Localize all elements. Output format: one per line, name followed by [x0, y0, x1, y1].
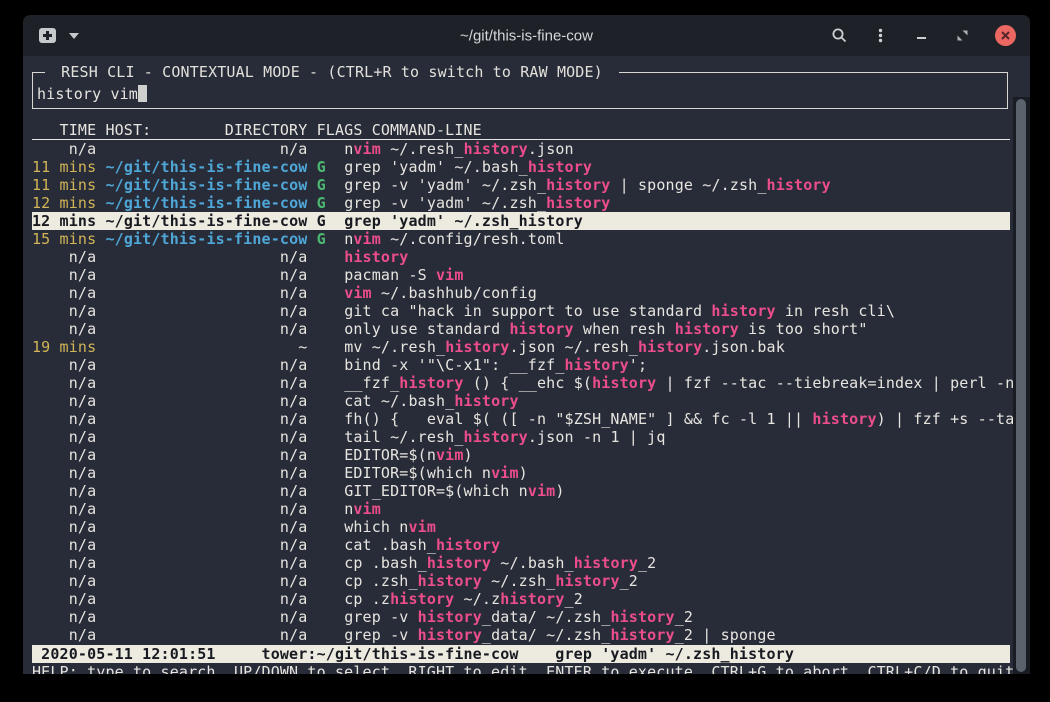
history-row[interactable]: 15 mins ~/git/this-is-fine-cow G nvim ~/… [32, 230, 1010, 248]
new-tab-button[interactable] [39, 28, 56, 43]
terminal-content: RESH CLI - CONTEXTUAL MODE - (CTRL+R to … [23, 56, 1030, 674]
minimize-icon [913, 27, 930, 44]
kebab-menu-icon [872, 27, 889, 44]
text-cursor [138, 85, 147, 102]
search-query-text: history vim [37, 85, 138, 103]
terminal-window: ~/git/this-is-fine-cow [23, 15, 1030, 674]
restore-button[interactable] [954, 27, 971, 44]
history-row[interactable]: n/a n/a EDITOR=$(which nvim) [32, 464, 1010, 482]
history-row[interactable]: n/a n/a cat ~/.bash_history [32, 392, 1010, 410]
history-row[interactable]: n/a n/a cp .zsh_history ~/.zsh_history_2 [32, 572, 1010, 590]
history-row[interactable]: n/a n/a cp .bash_history ~/.bash_history… [32, 554, 1010, 572]
history-row[interactable]: n/a n/a git ca "hack in support to use s… [32, 302, 1010, 320]
history-row[interactable]: n/a n/a history [32, 248, 1010, 266]
history-table-header: TIME HOST: DIRECTORY FLAGS COMMAND-LINE [32, 121, 1010, 140]
history-row[interactable]: n/a n/a grep -v history_data/ ~/.zsh_his… [32, 626, 1010, 644]
history-row[interactable]: n/a n/a nvim [32, 500, 1010, 518]
close-icon [1000, 30, 1011, 41]
history-table: n/a n/a nvim ~/.resh_history.json11 mins… [32, 140, 1010, 644]
history-row[interactable]: n/a n/a tail ~/.resh_history.json -n 1 |… [32, 428, 1010, 446]
search-icon [831, 27, 848, 44]
history-row[interactable]: n/a n/a EDITOR=$(nvim) [32, 446, 1010, 464]
history-row[interactable]: n/a n/a grep -v history_data/ ~/.zsh_his… [32, 608, 1010, 626]
history-row[interactable]: 11 mins ~/git/this-is-fine-cow G grep -v… [32, 176, 1010, 194]
desktop: { "window": { "title": "~/git/this-is-fi… [0, 0, 1050, 702]
window-title: ~/git/this-is-fine-cow [460, 27, 593, 44]
scrollbar-thumb[interactable] [1016, 99, 1026, 672]
history-row[interactable]: n/a n/a nvim ~/.resh_history.json [32, 140, 1010, 158]
resh-search-box: RESH CLI - CONTEXTUAL MODE - (CTRL+R to … [32, 72, 1008, 109]
help-line: HELP: type to search, UP/DOWN to select,… [32, 663, 1004, 674]
history-row[interactable]: n/a n/a only use standard history when r… [32, 320, 1010, 338]
history-row[interactable]: n/a n/a cat .bash_history [32, 536, 1010, 554]
close-button[interactable] [995, 25, 1016, 46]
history-row[interactable]: n/a n/a __fzf_history () { __ehc $(histo… [32, 374, 1010, 392]
tab-dropdown-caret-icon[interactable] [69, 33, 79, 39]
history-row[interactable]: n/a n/a pacman -S vim [32, 266, 1010, 284]
history-row[interactable]: n/a n/a fh() { eval $( ([ -n "$ZSH_NAME"… [32, 410, 1010, 428]
history-row[interactable]: 12 mins ~/git/this-is-fine-cow G grep -v… [32, 194, 1010, 212]
scrollbar-track[interactable] [1013, 97, 1030, 674]
selected-entry-preview-bar: 2020-05-11 12:01:51 tower:~/git/this-is-… [32, 645, 1010, 663]
history-row[interactable]: n/a n/a vim ~/.bashhub/config [32, 284, 1010, 302]
resh-mode-title: RESH CLI - CONTEXTUAL MODE - (CTRL+R to … [45, 63, 619, 82]
history-row[interactable]: n/a n/a GIT_EDITOR=$(which nvim) [32, 482, 1010, 500]
history-row[interactable]: n/a n/a cp .zhistory ~/.zhistory_2 [32, 590, 1010, 608]
history-row[interactable]: n/a n/a which nvim [32, 518, 1010, 536]
titlebar: ~/git/this-is-fine-cow [23, 15, 1030, 56]
search-input[interactable]: history vim [37, 85, 999, 103]
history-row[interactable]: n/a n/a bind -x '"\C-x1": __fzf_history'… [32, 356, 1010, 374]
search-button[interactable] [831, 27, 848, 44]
menu-button[interactable] [872, 27, 889, 44]
history-row[interactable]: 11 mins ~/git/this-is-fine-cow G grep 'y… [32, 158, 1010, 176]
minimize-button[interactable] [913, 27, 930, 44]
restore-icon [954, 27, 971, 44]
history-row[interactable]: 19 mins ~ mv ~/.resh_history.json ~/.res… [32, 338, 1010, 356]
history-row-selected[interactable]: 12 mins ~/git/this-is-fine-cow G grep 'y… [32, 212, 1010, 230]
